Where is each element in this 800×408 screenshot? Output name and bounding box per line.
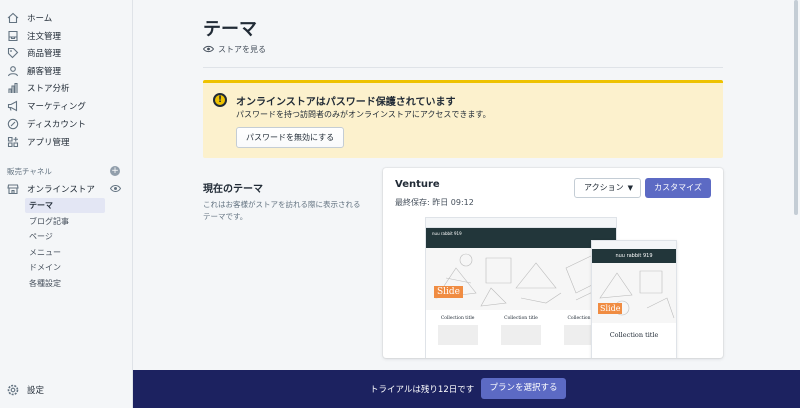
preview-collections: Collection title Collection title Collec… <box>426 310 616 345</box>
preview-collection: Collection title <box>433 316 483 345</box>
sidebar-item-apps[interactable]: アプリ管理 <box>7 134 70 150</box>
mobile-status-bar <box>592 241 676 249</box>
actions-label: アクション <box>584 183 624 192</box>
mobile-store-name: nuu rabbit 919 <box>592 249 676 263</box>
sidebar-item-orders[interactable]: 注文管理 <box>7 28 61 44</box>
sidebar-item-label: オンラインストア <box>27 185 95 195</box>
preview-collection: Collection title <box>496 316 546 345</box>
sidebar-item-marketing[interactable]: マーケティング <box>7 98 86 114</box>
mobile-slide-label: Slide <box>598 303 623 314</box>
sidebar-subitem-navigation[interactable]: メニュー <box>25 245 105 260</box>
preview-slide-label: Slide <box>434 286 464 298</box>
sidebar-item-discounts[interactable]: ディスカウント <box>7 116 86 132</box>
sidebar-item-customers[interactable]: 顧客管理 <box>7 63 61 79</box>
sidebar-item-label: 設定 <box>27 386 45 396</box>
view-store-eye-icon[interactable] <box>109 184 122 193</box>
scrollbar-thumb[interactable] <box>794 0 798 215</box>
chevron-down-icon: ▼ <box>627 184 633 192</box>
sidebar-subitem-pages[interactable]: ページ <box>25 229 105 244</box>
store-icon <box>7 183 19 195</box>
discount-icon <box>7 118 19 130</box>
sidebar-subitem-themes[interactable]: テーマ <box>25 198 105 213</box>
sidebar-item-home[interactable]: ホーム <box>7 10 52 26</box>
mobile-collection-title: Collection title <box>609 331 659 339</box>
home-icon <box>7 12 19 24</box>
gear-icon <box>7 384 19 396</box>
disable-password-button[interactable]: パスワードを無効にする <box>236 127 345 148</box>
select-plan-button[interactable]: プランを選択する <box>481 378 566 399</box>
page-scrollbar[interactable] <box>793 0 800 370</box>
current-theme-description: これはお客様がストアを訪れる際に表示されるテーマです。 <box>203 200 361 221</box>
sidebar-item-online-store[interactable]: オンラインストア <box>7 181 95 197</box>
megaphone-icon <box>7 100 19 112</box>
theme-name: Venture <box>395 179 440 190</box>
sidebar-subitem-domains[interactable]: ドメイン <box>25 260 105 275</box>
eye-icon <box>202 45 218 55</box>
sidebar-item-label: ホーム <box>27 14 53 24</box>
collection-title: Collection title <box>504 316 538 321</box>
mobile-hero: Slide <box>592 263 676 323</box>
sidebar-item-label: ディスカウント <box>27 120 86 130</box>
mobile-hero-sketch <box>599 270 675 319</box>
sales-channels-heading: 販売チャネル <box>7 167 52 176</box>
sidebar-item-label: マーケティング <box>27 102 86 112</box>
theme-card: Venture 最終保存: 昨日 09:12 アクション ▼ カスタマイズ nu… <box>383 168 723 358</box>
sidebar-item-label: 注文管理 <box>27 32 62 42</box>
sidebar-item-analytics[interactable]: ストア分析 <box>7 80 70 96</box>
apps-icon <box>7 136 19 148</box>
orders-icon <box>7 30 19 42</box>
collection-image <box>500 325 541 345</box>
tag-icon <box>7 47 19 59</box>
sidebar-item-label: アプリ管理 <box>27 138 70 148</box>
view-store-link[interactable]: ストアを見る <box>202 44 266 55</box>
actions-dropdown-button[interactable]: アクション ▼ <box>574 178 641 198</box>
add-channel-button[interactable]: + <box>110 166 120 176</box>
divider <box>203 67 723 68</box>
sidebar-item-label: 顧客管理 <box>27 67 62 77</box>
customize-button[interactable]: カスタマイズ <box>645 178 711 198</box>
collection-image <box>437 325 478 345</box>
sidebar-item-settings[interactable]: 設定 <box>7 382 44 398</box>
browser-bar <box>426 218 616 228</box>
bar-chart-icon <box>7 82 19 94</box>
sidebar-item-products[interactable]: 商品管理 <box>7 45 61 61</box>
sidebar-subitem-blog-posts[interactable]: ブログ記事 <box>25 214 105 229</box>
trial-banner: トライアルは残り12日です プランを選択する <box>133 370 800 408</box>
page-title: テーマ <box>203 19 257 40</box>
desktop-theme-preview: nuu rabbit 919 Slide Collection title Co… <box>425 217 617 358</box>
mobile-theme-preview: nuu rabbit 919 Slide Collection title <box>591 240 677 358</box>
warning-icon: ! <box>213 93 227 107</box>
trial-remaining-text: トライアルは残り12日です <box>370 385 475 395</box>
password-warning-banner: ! オンラインストアはパスワード保護されています パスワードを持つ訪問者のみがオ… <box>203 80 723 158</box>
sidebar-subitem-preferences[interactable]: 各種設定 <box>25 276 105 291</box>
collection-title: Collection title <box>440 316 475 321</box>
last-saved: 最終保存: 昨日 09:12 <box>395 198 474 207</box>
preview-hero: Slide <box>426 248 616 310</box>
banner-title: オンラインストアはパスワード保護されています <box>236 97 456 108</box>
sidebar-item-label: 商品管理 <box>27 49 62 59</box>
hero-sketch-illustration <box>435 253 612 307</box>
person-icon <box>7 65 19 77</box>
preview-store-name: nuu rabbit 919 <box>426 228 616 248</box>
current-theme-heading: 現在のテーマ <box>203 184 263 195</box>
sidebar: ホーム 注文管理 商品管理 顧客管理 ストア分析 マーケティング ディスカウント… <box>0 0 133 408</box>
banner-body: パスワードを持つ訪問者のみがオンラインストアにアクセスできます。 <box>236 110 491 119</box>
view-store-label: ストアを見る <box>218 45 266 54</box>
sidebar-item-label: ストア分析 <box>27 84 70 94</box>
